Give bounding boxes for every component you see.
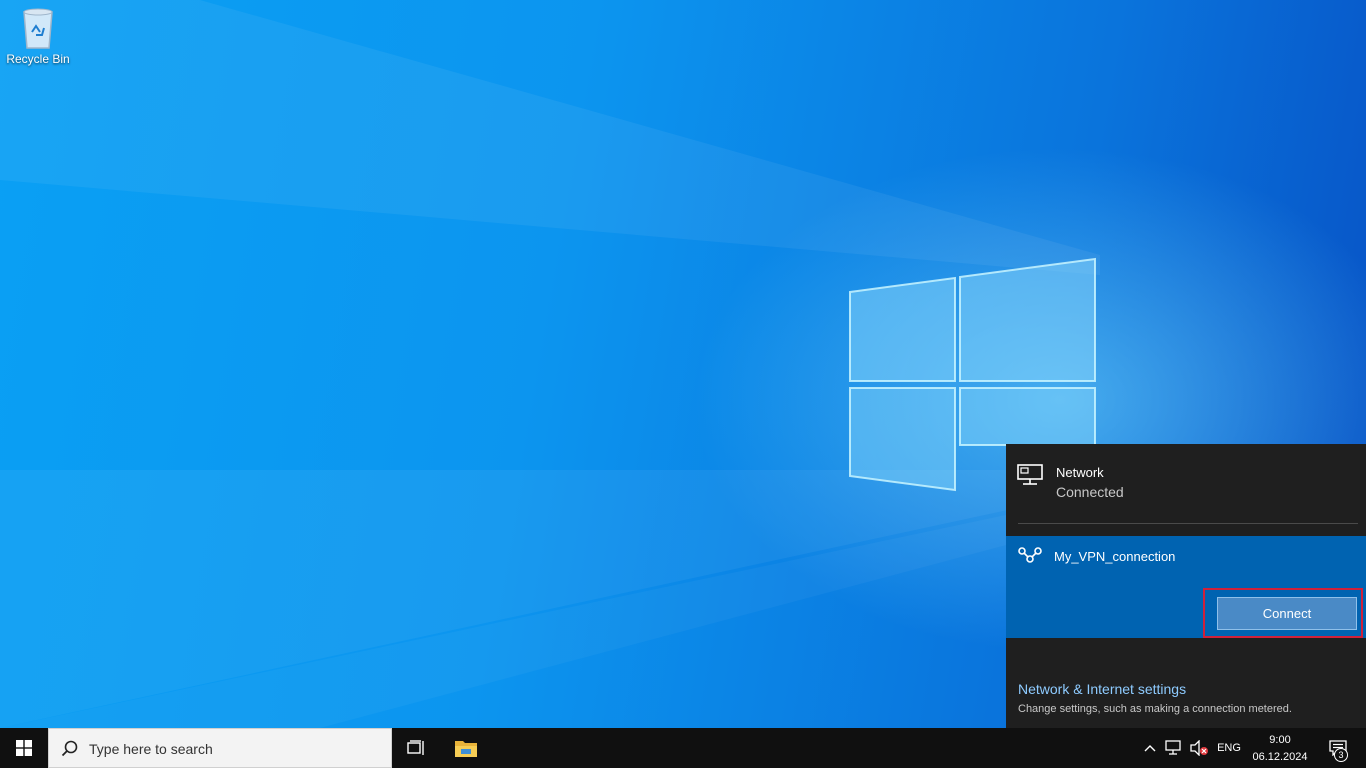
desktop-icon-recycle-bin[interactable]: Recycle Bin bbox=[4, 6, 72, 66]
recycle-bin-icon bbox=[23, 8, 53, 49]
network-status: Connected bbox=[1056, 484, 1124, 500]
clock[interactable]: 9:00 06.12.2024 bbox=[1248, 732, 1312, 766]
file-explorer-button[interactable] bbox=[442, 728, 490, 768]
volume-muted-icon bbox=[1190, 740, 1208, 756]
file-explorer-icon bbox=[455, 741, 477, 757]
task-view-button[interactable] bbox=[392, 728, 440, 768]
network-flyout: Network Connected My_VPN_connection Conn… bbox=[1006, 444, 1366, 728]
vpn-icon bbox=[1017, 546, 1043, 569]
network-tray-button[interactable] bbox=[1162, 728, 1186, 768]
clock-date: 06.12.2024 bbox=[1252, 751, 1308, 763]
notification-count-badge: 3 bbox=[1334, 748, 1348, 762]
network-title: Network bbox=[1056, 465, 1104, 480]
show-hidden-icons-button[interactable] bbox=[1140, 728, 1160, 768]
start-button[interactable] bbox=[0, 728, 48, 768]
wired-network-icon bbox=[1017, 464, 1045, 491]
volume-tray-button[interactable] bbox=[1186, 728, 1212, 768]
connect-button[interactable]: Connect bbox=[1217, 597, 1357, 630]
vpn-item[interactable]: My_VPN_connection Connect bbox=[1006, 536, 1366, 638]
windows-icon bbox=[16, 740, 32, 756]
vpn-name: My_VPN_connection bbox=[1054, 549, 1176, 564]
chevron-up-icon bbox=[1144, 745, 1156, 752]
taskbar: Type here to search ENG 9:00 06.12.2024 … bbox=[0, 728, 1366, 768]
clock-time: 9:00 bbox=[1269, 734, 1291, 746]
task-view-icon bbox=[407, 740, 424, 755]
language-indicator[interactable]: ENG bbox=[1212, 728, 1246, 768]
network-settings-description: Change settings, such as making a connec… bbox=[1018, 703, 1292, 715]
divider bbox=[1018, 523, 1358, 524]
network-settings-link[interactable]: Network & Internet settings bbox=[1018, 681, 1186, 697]
wired-network-icon bbox=[1165, 740, 1181, 755]
search-box[interactable]: Type here to search bbox=[48, 728, 392, 768]
search-icon bbox=[61, 740, 79, 763]
search-placeholder: Type here to search bbox=[89, 741, 213, 757]
network-item[interactable]: Network Connected bbox=[1006, 444, 1366, 524]
desktop-icon-label: Recycle Bin bbox=[6, 52, 70, 66]
